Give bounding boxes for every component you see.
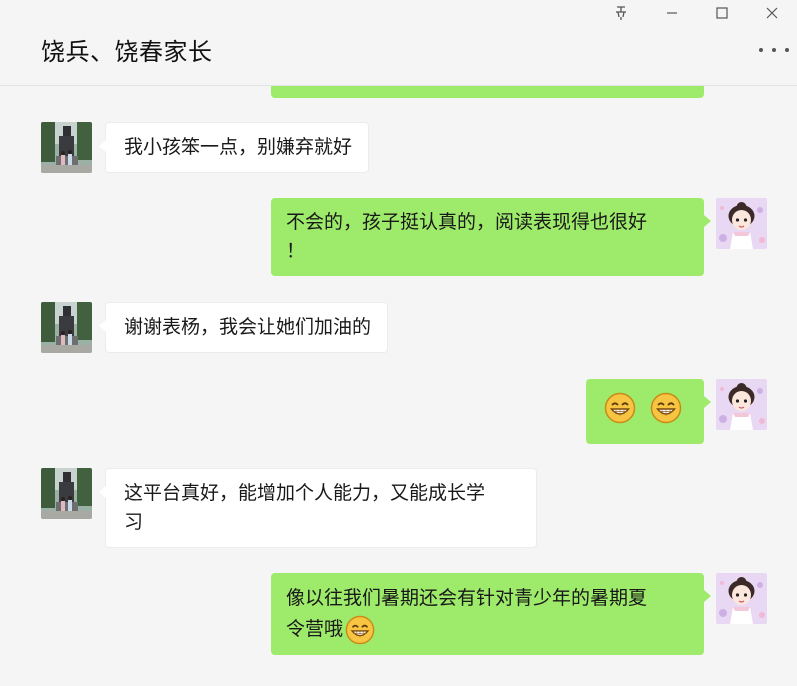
outgoing-emoji-bubble[interactable] [586, 379, 711, 444]
my-avatar[interactable] [716, 379, 767, 430]
message-text-line: 令营哦 [286, 618, 344, 640]
pin-icon[interactable] [595, 0, 647, 26]
minimize-icon[interactable] [647, 0, 697, 26]
previous-message-bubble [271, 86, 704, 98]
window-controls [595, 0, 797, 26]
outgoing-message-bubble[interactable]: 像以往我们暑期还会有针对青少年的暑期夏 令营哦 [271, 573, 711, 655]
message-list[interactable]: 我小孩笨一点，别嫌弃就好 不会的，孩子挺认真的，阅读表现得也很好 ！ 谢谢表杨，… [0, 86, 797, 686]
message-text-line: 像以往我们暑期还会有针对青少年的暑期夏 [286, 587, 648, 609]
incoming-message-bubble[interactable]: 我小孩笨一点，别嫌弃就好 [98, 122, 370, 173]
grin-emoji-icon [345, 615, 375, 645]
outgoing-message-bubble[interactable]: 不会的，孩子挺认真的，阅读表现得也很好 ！ [271, 198, 711, 276]
message-text-line: 不会的，孩子挺认真的，阅读表现得也很好 [286, 211, 648, 233]
grin-emoji-icon [604, 392, 636, 424]
grin-emoji-icon [650, 392, 682, 424]
maximize-icon[interactable] [697, 0, 747, 26]
message-text-line: 习 [124, 511, 144, 533]
incoming-message-bubble[interactable]: 这平台真好，能增加个人能力，又能成长学 习 [99, 468, 537, 548]
more-options-icon[interactable] [759, 48, 789, 58]
my-avatar[interactable] [716, 198, 767, 249]
close-icon[interactable] [747, 0, 797, 26]
contact-avatar[interactable] [41, 122, 92, 173]
message-text-line: 这平台真好，能增加个人能力，又能成长学 [124, 482, 486, 504]
message-text: 我小孩笨一点，别嫌弃就好 [124, 136, 353, 158]
message-text-line: ！ [286, 240, 306, 262]
incoming-message-bubble[interactable]: 谢谢表杨，我会让她们加油的 [98, 302, 389, 353]
contact-avatar[interactable] [41, 468, 92, 519]
message-text: 谢谢表杨，我会让她们加油的 [124, 316, 372, 338]
contact-avatar[interactable] [41, 302, 92, 353]
chat-title: 饶兵、饶春家长 [41, 38, 213, 66]
my-avatar[interactable] [716, 573, 767, 624]
